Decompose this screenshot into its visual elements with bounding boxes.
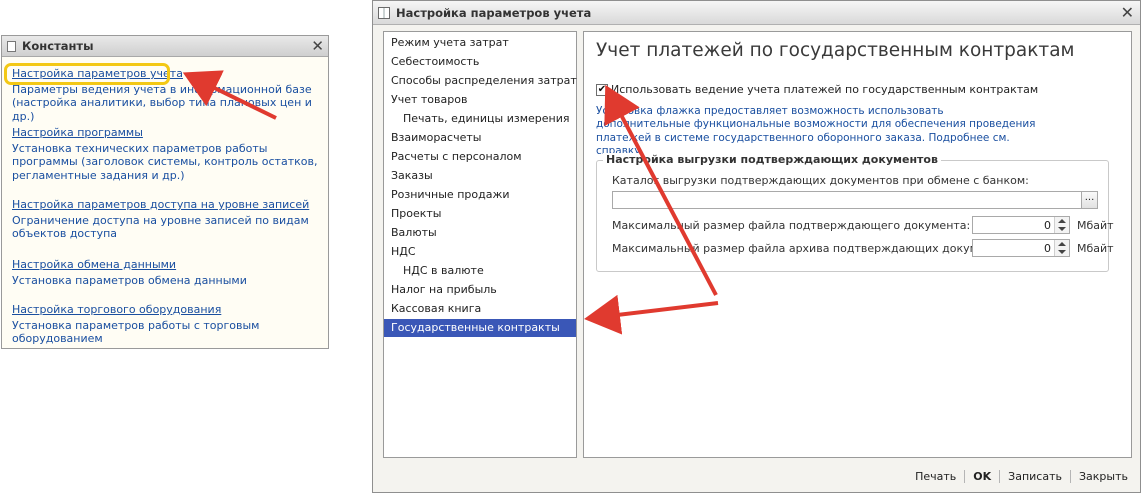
nav-item[interactable]: Учет товаров: [384, 91, 576, 109]
nav-item[interactable]: Печать, единицы измерения: [384, 110, 576, 128]
list-item: Настройка параметров доступа на уровне з…: [12, 198, 322, 241]
settings-titlebar: Настройка параметров учета ✕: [373, 1, 1140, 25]
list-item: Настройка обмена данными Установка парам…: [12, 258, 322, 287]
nav-item[interactable]: Розничные продажи: [384, 186, 576, 204]
catalog-label: Каталог выгрузки подтверждающих документ…: [612, 174, 1029, 187]
max-archive-size-unit: Мбайт: [1077, 242, 1114, 255]
close-icon[interactable]: ✕: [311, 37, 324, 55]
nav-item[interactable]: Налог на прибыль: [384, 281, 576, 299]
max-archive-size-label: Максимальный размер файла архива подтвер…: [612, 242, 1016, 255]
export-settings-group: Настройка выгрузки подтверждающих докуме…: [596, 153, 1114, 272]
nav-item[interactable]: Кассовая книга: [384, 300, 576, 318]
link-program-settings[interactable]: Настройка программы: [12, 126, 322, 140]
nav-item[interactable]: Расчеты с персоналом: [384, 148, 576, 166]
close-button[interactable]: Закрыть: [1079, 470, 1128, 483]
save-button[interactable]: Записать: [1008, 470, 1062, 483]
item-description: Ограничение доступа на уровне записей по…: [12, 214, 309, 241]
list-item: Настройка программы Установка технически…: [12, 126, 322, 182]
info-text: Установка флажка предоставляет возможнос…: [596, 105, 1036, 157]
max-file-size-input[interactable]: 0: [972, 216, 1070, 234]
list-item: Настройка торгового оборудования Установ…: [12, 303, 322, 346]
max-archive-size-input[interactable]: 0: [972, 239, 1070, 257]
settings-content: Учет платежей по государственным контрак…: [583, 31, 1132, 458]
divider: [999, 470, 1001, 483]
settings-nav-list: Режим учета затрат Себестоимость Способы р…: [383, 31, 577, 458]
max-archive-size-value: 0: [1044, 242, 1051, 255]
gov-contracts-checkbox[interactable]: ✔: [596, 83, 608, 96]
catalog-input[interactable]: ...: [612, 191, 1098, 209]
group-legend: Настройка выгрузки подтверждающих докуме…: [603, 153, 941, 166]
ok-button[interactable]: OK: [973, 470, 991, 483]
link-highlight-frame: [4, 63, 170, 85]
max-file-size-value: 0: [1044, 219, 1051, 232]
constants-titlebar: Константы ✕: [2, 36, 328, 57]
item-description: Параметры ведения учета в информационной…: [12, 83, 312, 123]
max-file-size-unit: Мбайт: [1077, 219, 1114, 232]
link-equipment-settings[interactable]: Настройка торгового оборудования: [12, 303, 322, 317]
spinner-icon[interactable]: [1054, 217, 1069, 233]
link-access-settings[interactable]: Настройка параметров доступа на уровне з…: [12, 198, 322, 212]
nav-item[interactable]: Заказы: [384, 167, 576, 185]
link-exchange-settings[interactable]: Настройка обмена данными: [12, 258, 322, 272]
nav-item[interactable]: Себестоимость: [384, 53, 576, 71]
spinner-icon[interactable]: [1054, 240, 1069, 256]
nav-item[interactable]: НДС в валюте: [384, 262, 576, 280]
dialog-footer: Печать OK Записать Закрыть: [373, 462, 1140, 492]
gov-contracts-checkbox-label[interactable]: Использовать ведение учета платежей по г…: [611, 83, 1038, 96]
settings-title: Настройка параметров учета: [396, 5, 592, 20]
item-description: Установка параметров работы с торговым о…: [12, 319, 260, 346]
gov-contracts-checkbox-row: ✔ Использовать ведение учета платежей по…: [596, 83, 1038, 96]
divider: [964, 470, 966, 483]
settings-window-icon: [378, 6, 390, 19]
close-icon[interactable]: ✕: [1121, 3, 1134, 22]
nav-item[interactable]: Валюты: [384, 224, 576, 242]
max-file-size-label: Максимальный размер файла подтверждающег…: [612, 219, 971, 232]
item-description: Установка технических параметров работы …: [12, 142, 318, 182]
print-button[interactable]: Печать: [915, 470, 956, 483]
settings-window: Настройка параметров учета ✕ Режим учета…: [372, 0, 1141, 493]
item-description: Установка параметров обмена данными: [12, 274, 247, 287]
nav-item[interactable]: Режим учета затрат: [384, 34, 576, 52]
nav-item[interactable]: Государственные контракты: [384, 319, 576, 337]
nav-item[interactable]: Проекты: [384, 205, 576, 223]
nav-item[interactable]: Способы распределения затрат: [384, 72, 577, 90]
nav-item[interactable]: НДС: [384, 243, 576, 261]
browse-button[interactable]: ...: [1081, 191, 1098, 209]
nav-item[interactable]: Взаиморасчеты: [384, 129, 576, 147]
divider: [1070, 470, 1071, 483]
document-icon: [7, 40, 16, 52]
page-title: Учет платежей по государственным контрак…: [596, 40, 1075, 61]
constants-title: Константы: [22, 39, 94, 53]
